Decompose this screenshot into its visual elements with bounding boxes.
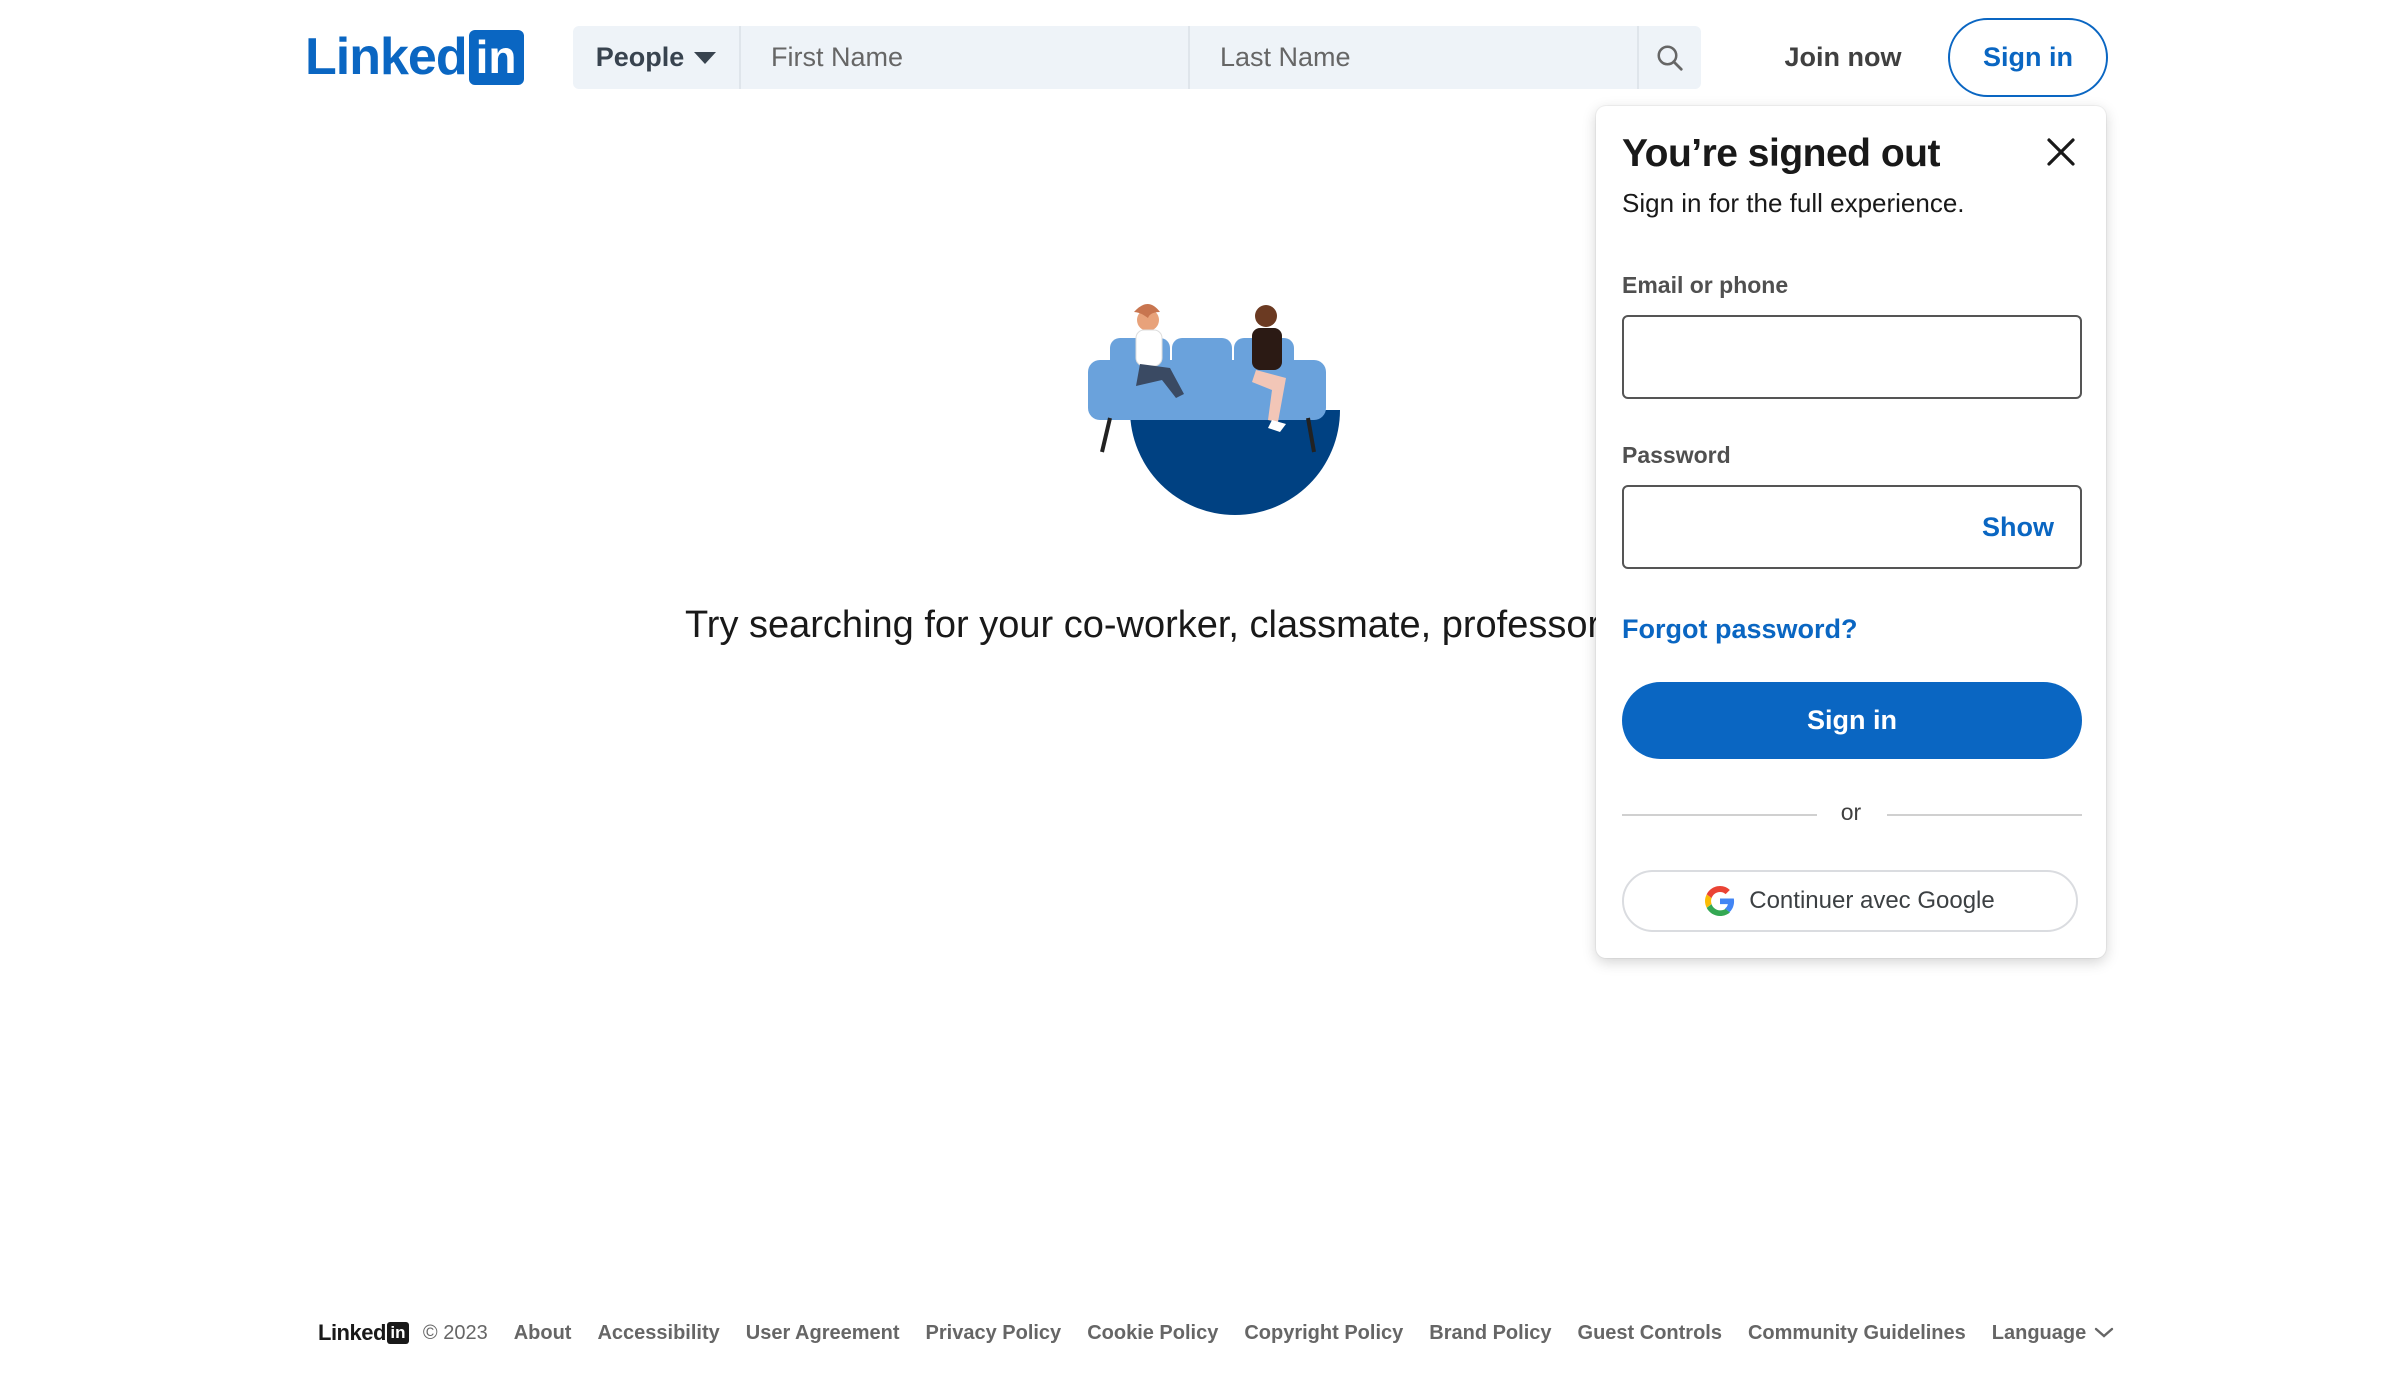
signed-out-popup: You’re signed out Sign in for the full e…	[1596, 106, 2106, 958]
forgot-password-link[interactable]: Forgot password?	[1622, 614, 1858, 645]
caret-down-icon	[694, 51, 717, 64]
password-label: Password	[1622, 442, 1731, 468]
footer-link-about[interactable]: About	[514, 1322, 572, 1345]
people-search-bar: People	[573, 26, 1701, 89]
google-button-label: Continuer avec Google	[1749, 887, 1995, 914]
chevron-down-icon	[2095, 1327, 2114, 1338]
footer-link-accessibility[interactable]: Accessibility	[597, 1322, 719, 1345]
sign-in-button[interactable]: Sign in	[1622, 682, 2082, 759]
footer-logo-text: Linked	[318, 1320, 386, 1345]
email-field-box	[1622, 315, 2082, 399]
logo-text: Linked	[305, 28, 468, 86]
google-icon	[1705, 886, 1735, 916]
footer-logo-in-badge: in	[386, 1322, 409, 1344]
continue-with-google-button[interactable]: Continuer avec Google	[1622, 870, 2078, 932]
footer-link-user-agreement[interactable]: User Agreement	[746, 1322, 900, 1345]
search-prompt-text: Try searching for your co-worker, classm…	[685, 604, 1615, 646]
logo-in-badge: in	[468, 30, 524, 85]
sign-in-button-header[interactable]: Sign in	[1948, 18, 2108, 97]
footer-link-privacy-policy[interactable]: Privacy Policy	[926, 1322, 1062, 1345]
linkedin-logo[interactable]: Linked in	[305, 30, 524, 85]
close-icon[interactable]	[2041, 132, 2081, 172]
popup-title: You’re signed out	[1622, 132, 1940, 175]
footer-copyright: © 2023	[422, 1321, 488, 1344]
first-name-input[interactable]	[741, 26, 1190, 89]
footer-link-community-guidelines[interactable]: Community Guidelines	[1748, 1322, 1966, 1345]
footer-linkedin-logo[interactable]: Linked in	[318, 1320, 409, 1346]
language-label: Language	[1991, 1321, 2087, 1344]
search-type-label: People	[595, 42, 685, 72]
join-now-link[interactable]: Join now	[1768, 26, 1918, 89]
show-password-button[interactable]: Show	[1982, 487, 2054, 567]
search-icon	[1657, 45, 1683, 71]
email-label: Email or phone	[1622, 272, 1789, 298]
popup-subtitle: Sign in for the full experience.	[1622, 188, 1965, 218]
search-button[interactable]	[1637, 26, 1701, 89]
password-field-box: Show	[1622, 485, 2082, 569]
divider-right	[1887, 814, 2082, 816]
footer-link-guest-controls[interactable]: Guest Controls	[1578, 1322, 1722, 1345]
footer-link-cookie-policy[interactable]: Cookie Policy	[1087, 1322, 1218, 1345]
people-on-sofa-illustration	[1088, 304, 1340, 515]
language-selector[interactable]: Language	[1992, 1322, 2114, 1345]
page: Linked in People Join now Sign in	[0, 0, 2400, 1379]
footer-link-copyright-policy[interactable]: Copyright Policy	[1244, 1322, 1403, 1345]
email-field[interactable]	[1624, 317, 2080, 397]
footer: Linked in © 2023 About Accessibility Use…	[318, 1318, 2114, 1348]
or-divider-text: or	[1840, 799, 1862, 825]
footer-link-brand-policy[interactable]: Brand Policy	[1429, 1322, 1551, 1345]
last-name-input[interactable]	[1190, 26, 1637, 89]
search-type-dropdown[interactable]: People	[573, 26, 741, 89]
